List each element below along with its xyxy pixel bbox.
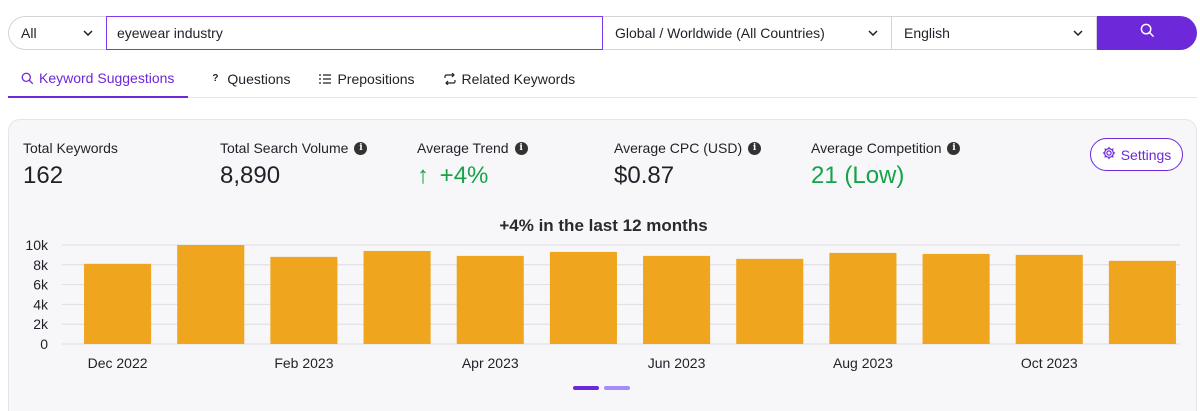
y-tick-label: 4k — [33, 296, 49, 312]
tab-label: Questions — [227, 70, 291, 87]
search-input-wrapper — [106, 16, 603, 50]
tab-keyword-suggestions[interactable]: Keyword Suggestions — [8, 60, 189, 98]
bar-sep-2023[interactable] — [922, 253, 990, 344]
stat-value: +4% — [439, 162, 489, 189]
tab-related-keywords[interactable]: Related Keywords — [429, 60, 590, 97]
search-input[interactable] — [117, 25, 592, 41]
y-tick-label: 2k — [33, 316, 49, 332]
tab-label: Prepositions — [337, 70, 415, 87]
region-value: Global / Worldwide (All Countries) — [615, 25, 825, 41]
search-icon — [1140, 23, 1155, 43]
search-bar: All Global / Worldwide (All Countries) E… — [8, 16, 1197, 50]
settings-button[interactable]: Settings — [1090, 138, 1183, 171]
gear-icon — [1102, 146, 1116, 163]
search-button[interactable] — [1097, 16, 1197, 50]
stat-label: Total Keywords — [23, 140, 118, 156]
info-icon[interactable]: i — [748, 141, 762, 155]
y-tick-label: 10k — [25, 237, 49, 253]
bar-jun-2023[interactable] — [643, 255, 711, 344]
stat-total-keywords: Total Keywords 162 — [23, 140, 118, 190]
info-icon[interactable]: i — [947, 141, 961, 155]
stat-total-search-volume: Total Search Volume i 8,890 — [220, 140, 368, 190]
tab-bar: Keyword Suggestions ? Questions Preposit… — [8, 60, 1197, 98]
stat-label: Average Trend — [417, 140, 509, 156]
tab-prepositions[interactable]: Prepositions — [304, 60, 428, 97]
bar-nov-2023[interactable] — [1108, 260, 1176, 344]
stat-average-competition: Average Competition i 21 (Low) — [811, 140, 961, 190]
language-value: English — [904, 25, 950, 41]
info-icon[interactable]: i — [354, 141, 368, 155]
y-tick-label: 0 — [40, 336, 48, 352]
repeat-icon — [443, 72, 457, 86]
bar-apr-2023[interactable] — [456, 255, 524, 344]
region-select[interactable]: Global / Worldwide (All Countries) — [603, 16, 891, 50]
y-tick-label: 8k — [33, 257, 49, 273]
tab-questions[interactable]: ? Questions — [194, 60, 304, 97]
stat-value: $0.87 — [614, 162, 675, 189]
chevron-down-icon — [82, 27, 94, 39]
stat-label: Total Search Volume — [220, 140, 349, 156]
bar-jan-2023[interactable] — [177, 245, 245, 344]
tab-label: Related Keywords — [461, 70, 576, 87]
info-icon[interactable]: i — [514, 141, 528, 155]
x-tick-label: Feb 2023 — [274, 355, 333, 371]
search-type-select[interactable]: All — [8, 16, 106, 50]
stat-label: Average CPC (USD) — [614, 140, 743, 156]
pager-dot-1[interactable] — [573, 386, 599, 390]
x-tick-label: Aug 2023 — [833, 355, 893, 371]
bar-may-2023[interactable] — [549, 251, 617, 344]
stat-average-trend: Average Trend i ↑ +4% — [417, 140, 528, 190]
question-icon: ? — [212, 73, 219, 84]
bar-jul-2023[interactable] — [736, 258, 804, 344]
tab-label: Keyword Suggestions — [39, 70, 175, 86]
x-tick-label: Jun 2023 — [648, 355, 706, 371]
stat-label: Average Competition — [811, 140, 942, 156]
chart-pager — [573, 386, 630, 390]
arrow-up-icon: ↑ — [417, 162, 429, 189]
x-tick-label: Apr 2023 — [462, 355, 519, 371]
stat-value: 21 (Low) — [811, 162, 905, 189]
bar-oct-2023[interactable] — [1015, 254, 1083, 344]
trend-bar-chart: 0 2k 4k 6k 8k 10k Dec 2022 Feb 2023 Apr 2023 Jun … — [25, 237, 1180, 371]
chevron-down-icon — [1072, 27, 1084, 39]
stat-value: 162 — [23, 162, 64, 189]
stat-value: 8,890 — [220, 162, 281, 189]
stat-average-cpc: Average CPC (USD) i $0.87 — [614, 140, 762, 190]
chevron-down-icon — [867, 27, 879, 39]
settings-label: Settings — [1120, 146, 1172, 163]
search-icon — [20, 71, 34, 85]
x-tick-label: Oct 2023 — [1021, 355, 1078, 371]
bar-aug-2023[interactable] — [829, 252, 897, 344]
language-select[interactable]: English — [891, 16, 1097, 50]
list-icon — [318, 72, 332, 86]
bar-dec-2022[interactable] — [84, 263, 152, 344]
search-type-value: All — [21, 25, 37, 41]
pager-dot-2[interactable] — [604, 386, 630, 390]
x-tick-label: Dec 2022 — [88, 355, 148, 371]
y-tick-label: 6k — [33, 277, 49, 293]
bar-mar-2023[interactable] — [363, 250, 431, 344]
overview-card: Total Keywords 162 Total Search Volume i… — [8, 119, 1197, 411]
chart-title: +4% in the last 12 months — [499, 216, 708, 235]
bar-feb-2023[interactable] — [270, 256, 338, 344]
